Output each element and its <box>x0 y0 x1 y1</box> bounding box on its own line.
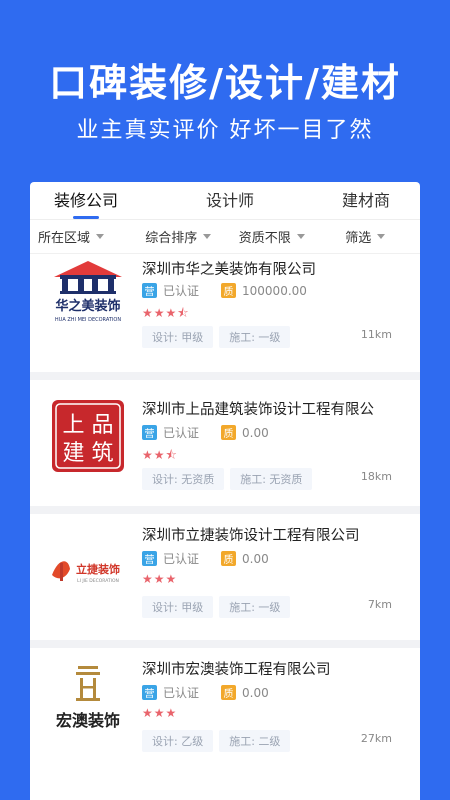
quality-icon: 质 <box>221 551 237 566</box>
tab-materials[interactable]: 建材商 <box>342 187 390 215</box>
logo-text: 华之美装饰 <box>55 298 120 314</box>
registered-capital: 0.00 <box>242 551 269 566</box>
build-level-tag: 施工: 二级 <box>219 730 291 752</box>
certified-text: 已认证 <box>163 552 200 566</box>
distance: 18km <box>360 470 392 483</box>
company-name: 深圳市立捷装饰设计工程有限公司 <box>142 528 360 544</box>
company-logo: 上 品 建 筑 <box>44 396 132 476</box>
caret-down-icon <box>296 234 305 239</box>
logo-text-bottom: 建 筑 <box>63 441 114 466</box>
registered-capital: 0.00 <box>242 425 269 440</box>
business-license-icon: 营 <box>142 551 157 566</box>
company-logo-image: 立捷装饰 LI JIE DECORATION <box>52 561 120 584</box>
filter-region-label: 所在区域 <box>38 231 91 246</box>
company-badges: 营 已认证 质 100000.00 <box>142 282 307 299</box>
logo-text-top: 上 品 <box>63 413 114 438</box>
business-license-icon: 营 <box>142 425 157 440</box>
rating-stars: ★★⯪ <box>142 448 178 462</box>
filter-qualification-label: 资质不限 <box>238 231 291 246</box>
company-list: 华之美装饰 HUA ZHI MEI DECORATION 深圳市华之美装饰有限公… <box>30 254 420 800</box>
filter-more-label: 筛选 <box>345 231 372 246</box>
filter-more[interactable]: 筛选 <box>319 227 413 246</box>
quality-icon: 质 <box>221 685 237 700</box>
company-logo-image: 宏澳装饰 <box>56 666 120 730</box>
logo-subtext: HUA ZHI MEI DECORATION <box>55 317 121 323</box>
tab-decoration-company[interactable]: 装修公司 <box>54 187 118 215</box>
build-level-tag: 施工: 无资质 <box>230 468 313 490</box>
tab-designer[interactable]: 设计师 <box>206 187 254 215</box>
filter-region[interactable]: 所在区域 <box>38 227 132 246</box>
hero-title: 口碑装修/设计/建材 <box>49 61 401 105</box>
registered-capital: 100000.00 <box>242 283 307 298</box>
certified-text: 已认证 <box>163 686 200 700</box>
company-badges: 营 已认证 质 0.00 <box>142 424 269 441</box>
caret-down-icon <box>377 234 386 239</box>
logo-text: 宏澳装饰 <box>56 711 120 730</box>
hero-subtitle: 业主真实评价 好坏一目了然 <box>76 118 374 143</box>
business-license-icon: 营 <box>142 283 157 298</box>
app-screen: 装修公司 设计师 建材商 所在区域 综合排序 资质不限 筛选 华之美装饰 HUA… <box>30 182 420 800</box>
rating-stars: ★★★ <box>142 572 178 586</box>
caret-down-icon <box>203 234 212 239</box>
quality-icon: 质 <box>221 425 237 440</box>
company-badges: 营 已认证 质 0.00 <box>142 684 269 701</box>
distance: 7km <box>367 598 392 611</box>
company-name: 深圳市华之美装饰有限公司 <box>142 262 316 278</box>
design-level-tag: 设计: 甲级 <box>142 326 214 348</box>
list-item[interactable]: 立捷装饰 LI JIE DECORATION 深圳市立捷装饰设计工程有限公司 营… <box>30 514 420 640</box>
certified-text: 已认证 <box>163 426 200 440</box>
registered-capital: 0.00 <box>242 685 269 700</box>
company-logo: 华之美装饰 HUA ZHI MEI DECORATION <box>44 254 132 330</box>
company-logo: 立捷装饰 LI JIE DECORATION <box>44 530 132 610</box>
build-level-tag: 施工: 一级 <box>219 596 291 618</box>
design-level-tag: 设计: 甲级 <box>142 596 214 618</box>
list-item[interactable]: 宏澳装饰 深圳市宏澳装饰工程有限公司 营 已认证 质 0.00 ★★★ 设计: … <box>30 648 420 774</box>
design-level-tag: 设计: 无资质 <box>142 468 225 490</box>
qualification-tags: 设计: 甲级 施工: 一级 <box>142 326 296 348</box>
category-tabs: 装修公司 设计师 建材商 <box>30 182 420 220</box>
divider <box>30 640 420 648</box>
design-level-tag: 设计: 乙级 <box>142 730 214 752</box>
quality-icon: 质 <box>221 283 237 298</box>
company-badges: 营 已认证 质 0.00 <box>142 550 269 567</box>
filter-bar: 所在区域 综合排序 资质不限 筛选 <box>30 220 420 254</box>
distance: 27km <box>360 732 392 745</box>
build-level-tag: 施工: 一级 <box>219 326 291 348</box>
filter-sort[interactable]: 综合排序 <box>132 227 226 246</box>
list-item[interactable]: 上 品 建 筑 深圳市上品建筑装饰设计工程有限公 营 已认证 质 0.00 ★★… <box>30 380 420 506</box>
company-logo-image: 上 品 建 筑 <box>52 400 124 472</box>
rating-stars: ★★★⯪ <box>142 306 190 320</box>
business-license-icon: 营 <box>142 685 157 700</box>
filter-qualification[interactable]: 资质不限 <box>225 227 319 246</box>
divider <box>30 506 420 514</box>
company-name: 深圳市上品建筑装饰设计工程有限公 <box>142 402 374 418</box>
qualification-tags: 设计: 乙级 施工: 二级 <box>142 730 296 752</box>
list-item[interactable]: 华之美装饰 HUA ZHI MEI DECORATION 深圳市华之美装饰有限公… <box>30 254 420 372</box>
caret-down-icon <box>96 234 105 239</box>
filter-sort-label: 综合排序 <box>145 231 198 246</box>
distance: 11km <box>360 328 392 341</box>
company-logo-image: 华之美装饰 HUA ZHI MEI DECORATION <box>54 261 122 323</box>
rating-stars: ★★★ <box>142 706 178 720</box>
qualification-tags: 设计: 无资质 施工: 无资质 <box>142 468 318 490</box>
company-name: 深圳市宏澳装饰工程有限公司 <box>142 662 331 678</box>
logo-subtext: LI JIE DECORATION <box>77 578 119 584</box>
company-logo: 宏澳装饰 <box>44 660 132 740</box>
qualification-tags: 设计: 甲级 施工: 一级 <box>142 596 296 618</box>
divider <box>30 372 420 380</box>
certified-text: 已认证 <box>163 284 200 298</box>
logo-text: 立捷装饰 <box>76 562 120 576</box>
